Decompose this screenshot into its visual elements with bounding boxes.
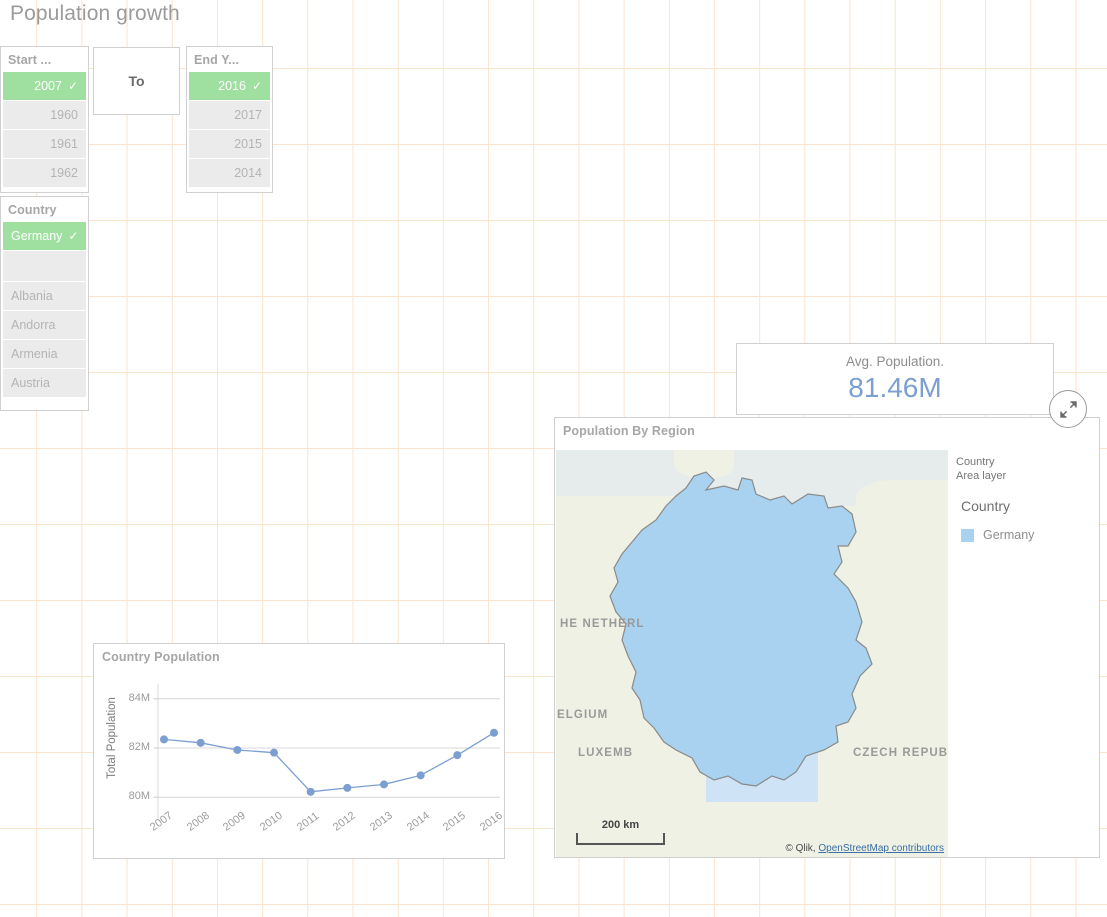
map-attribution-link[interactable]: OpenStreetMap contributors <box>818 843 944 854</box>
filter-item-end-year-0[interactable]: 2016 ✓ <box>189 72 270 100</box>
filter-item-country-germany[interactable]: Germany ✓ <box>3 222 86 250</box>
map-label-3: CZECH REPUBL <box>853 747 948 759</box>
filter-item-start-year-2[interactable]: 1961 <box>3 130 86 158</box>
filter-pane-end-year[interactable]: End Y... 2016 ✓ 2017 2015 2014 <box>186 46 273 193</box>
filter-title-country: Country <box>8 203 57 217</box>
expand-icon <box>1059 400 1077 418</box>
map-attribution-prefix: © Qlik, <box>785 843 819 854</box>
map-title: Population By Region <box>563 424 695 438</box>
kpi-avg-population[interactable]: Avg. Population. 81.46M <box>736 343 1054 415</box>
map-scalebar: 200 km <box>576 819 665 845</box>
map-legend: Country Area layer Country Germany <box>948 450 1099 857</box>
legend-swatch-icon <box>961 528 974 542</box>
filter-item-end-year-2[interactable]: 2015 <box>189 130 270 158</box>
chart-y-tick-1: 82M <box>128 741 150 753</box>
map-legend-layer-field: Country <box>956 456 995 468</box>
map-legend-entry-germany[interactable]: Germany <box>961 528 1092 542</box>
chart-y-tick-2: 84M <box>128 691 150 704</box>
filter-list-start-year[interactable]: 2007 ✓ 1960 1961 1962 <box>1 72 88 190</box>
kpi-label: Avg. Population. <box>845 354 945 369</box>
filter-list-end-year[interactable]: 2016 ✓ 2017 2015 2014 <box>187 72 272 190</box>
filter-pane-start-year[interactable]: Start ... 2007 ✓ 1960 1961 1962 <box>0 46 89 193</box>
map-legend-layer-type: Area layer <box>956 469 1007 482</box>
map-label-1: ELGIUM <box>557 709 609 721</box>
map-legend-heading: Country <box>961 498 1011 514</box>
expand-button[interactable] <box>1049 390 1087 428</box>
filter-item-start-year-1[interactable]: 1960 <box>3 101 86 129</box>
check-icon: ✓ <box>251 79 262 93</box>
filter-title-start-year: Start ... <box>8 53 52 67</box>
filter-item-country-austria[interactable]: Austria <box>3 369 86 397</box>
filter-item-label: 2007 <box>34 79 62 93</box>
map-population-by-region[interactable]: Population By Region HE NETHERL ELGIUM L… <box>554 417 1100 858</box>
chart-plot-area[interactable]: Total Population 80M 82M 84M 2007 2008 2009 2… <box>94 666 506 858</box>
filter-item-end-year-3[interactable]: 2014 <box>189 159 270 187</box>
filter-item-label: 2016 <box>218 79 246 93</box>
filter-item-country-armenia[interactable]: Armenia <box>3 340 86 368</box>
page-title: Population growth <box>10 2 180 25</box>
chart-y-tick-0: 80M <box>128 790 150 803</box>
filter-item-country-blank[interactable] <box>3 251 86 281</box>
kpi-value: 81.46M <box>848 372 942 403</box>
chart-y-axis-title: Total Population <box>106 697 118 779</box>
map-legend-entry-label: Germany <box>983 528 1035 542</box>
filter-title-end-year: End Y... <box>194 53 240 67</box>
map-label-0: HE NETHERL <box>560 618 645 630</box>
filter-item-country-andorra[interactable]: Andorra <box>3 311 86 339</box>
text-object-to[interactable]: To <box>93 47 180 115</box>
map-label-2: LUXEMB <box>578 747 634 759</box>
check-icon: ✓ <box>68 229 79 243</box>
filter-item-start-year-0[interactable]: 2007 ✓ <box>3 72 86 100</box>
map-attribution: © Qlik, OpenStreetMap contributors <box>785 843 944 854</box>
map-scalebar-label: 200 km <box>601 819 640 831</box>
map-country-germany[interactable] <box>556 450 948 857</box>
filter-list-country[interactable]: Germany ✓ Albania Andorra Armenia Austria <box>1 222 88 400</box>
chart-country-population[interactable]: Country Population Total Population 80M 8… <box>93 643 505 859</box>
check-icon: ✓ <box>67 79 78 93</box>
text-object-label: To <box>128 73 145 89</box>
filter-item-label: Germany <box>11 229 63 243</box>
map-canvas[interactable]: HE NETHERL ELGIUM LUXEMB CZECH REPUBL LI… <box>556 450 948 857</box>
filter-pane-country[interactable]: Country Germany ✓ Albania Andorra Armenia… <box>0 196 89 411</box>
filter-item-start-year-3[interactable]: 1962 <box>3 159 86 187</box>
chart-title: Country Population <box>102 650 220 664</box>
filter-item-country-albania[interactable]: Albania <box>3 282 86 310</box>
filter-item-end-year-1[interactable]: 2017 <box>189 101 270 129</box>
